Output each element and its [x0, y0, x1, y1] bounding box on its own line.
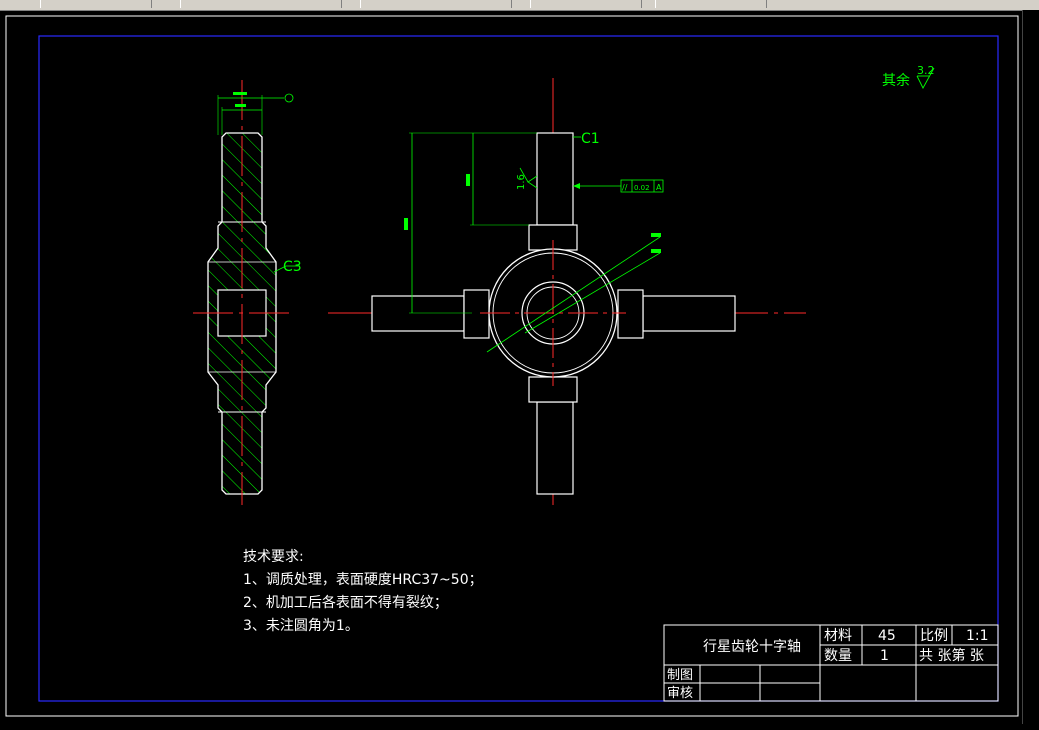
cad-drawing-canvas[interactable]: C3 C1 1.6 // 0.02 A 其余 3.2 技术要求: 1、调质处理，… — [0, 10, 1022, 724]
chamfer-c3-label: C3 — [283, 259, 302, 275]
drawing-border — [38, 35, 999, 702]
svg-text:A: A — [656, 183, 662, 192]
toolbar-segment[interactable] — [360, 0, 512, 8]
scale-label: 比例 — [920, 628, 948, 644]
section-view: C3 — [193, 80, 302, 505]
outer-frame — [5, 15, 1019, 717]
technical-requirements: 技术要求: 1、调质处理，表面硬度HRC37~50； 2、机加工后各表面不得有裂… — [243, 549, 483, 634]
vertical-scrollbar[interactable] — [1022, 10, 1039, 724]
tech-req-item: 2、机加工后各表面不得有裂纹； — [243, 594, 448, 611]
quantity-label: 数量 — [824, 648, 852, 664]
quantity-value: 1 — [880, 648, 889, 664]
svg-text:0.02: 0.02 — [634, 184, 650, 192]
toolbar-segment[interactable] — [655, 0, 767, 8]
svg-text://: // — [622, 183, 628, 192]
svg-text:1.6: 1.6 — [516, 174, 527, 190]
cross-view: C1 1.6 // 0.02 A — [328, 78, 806, 505]
material-value: 45 — [878, 628, 896, 644]
toolbar-segment[interactable] — [530, 0, 642, 8]
material-label: 材料 — [824, 628, 852, 644]
svg-text:3.2: 3.2 — [917, 64, 935, 77]
toolbar-segment[interactable] — [180, 0, 342, 8]
checked-label: 审核 — [667, 686, 693, 701]
tech-req-item: 1、调质处理，表面硬度HRC37~50； — [243, 572, 483, 588]
tech-req-item: 3、未注圆角为1。 — [243, 618, 359, 634]
sheet-text: 共 张第 张 — [919, 647, 984, 664]
roughness-symbol: 1.6 — [516, 167, 538, 190]
part-name: 行星齿轮十字轴 — [703, 639, 801, 655]
toolbar-segment[interactable] — [40, 0, 152, 8]
general-roughness-note: 其余 3.2 — [882, 64, 935, 89]
svg-text:其余: 其余 — [882, 72, 910, 89]
tech-req-title: 技术要求: — [243, 549, 304, 565]
chamfer-c1-label: C1 — [581, 131, 600, 147]
drawn-label: 制图 — [667, 668, 693, 683]
tolerance-frame: // 0.02 A — [573, 179, 664, 193]
scale-value: 1:1 — [966, 628, 989, 644]
